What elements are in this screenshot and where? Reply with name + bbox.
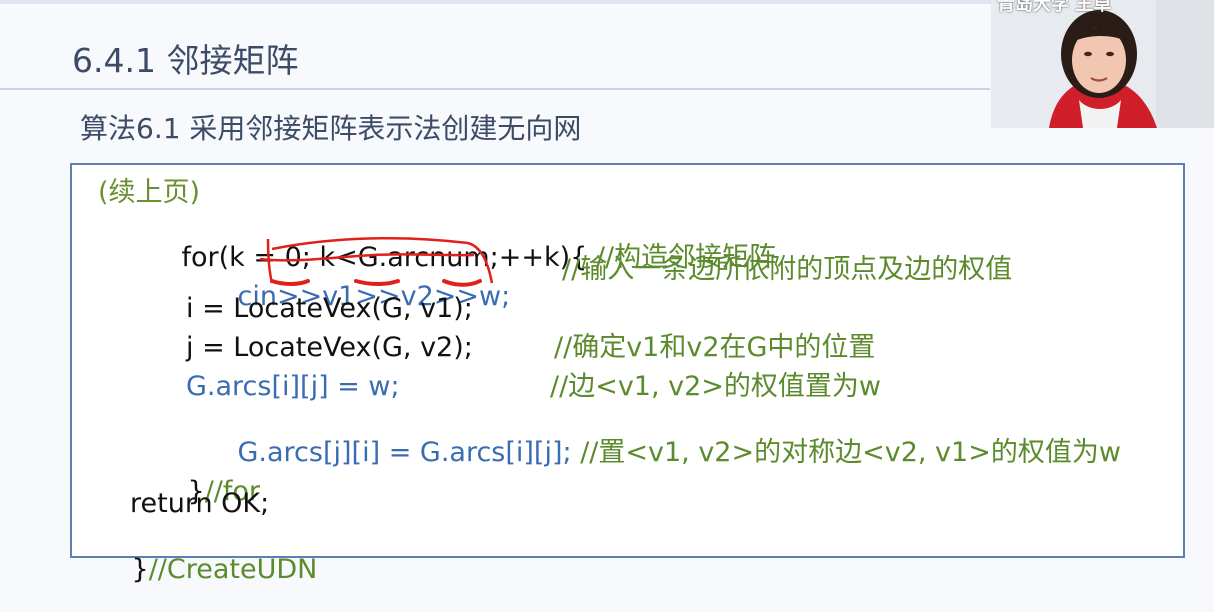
- webcam-watermark: 青岛大学 王卓: [997, 0, 1112, 15]
- webcam-overlay: 青岛大学 王卓: [991, 0, 1214, 128]
- presenter-video: [991, 0, 1214, 128]
- code-comment: //CreateUDN: [148, 554, 318, 585]
- code-block: (续上页) for(k = 0; k<G.arcnum;++k){ //构造邻接…: [70, 163, 1185, 583]
- slide: 6.4.1 邻接矩阵 算法6.1 采用邻接矩阵表示法创建无向网 (续上页) fo…: [0, 0, 1214, 597]
- red-pen-annotation: [259, 236, 494, 287]
- slide-subtitle: 算法6.1 采用邻接矩阵表示法创建无向网: [80, 112, 582, 145]
- slide-title: 6.4.1 邻接矩阵: [72, 41, 299, 80]
- code-text: }: [131, 554, 149, 585]
- title-divider: [0, 88, 990, 90]
